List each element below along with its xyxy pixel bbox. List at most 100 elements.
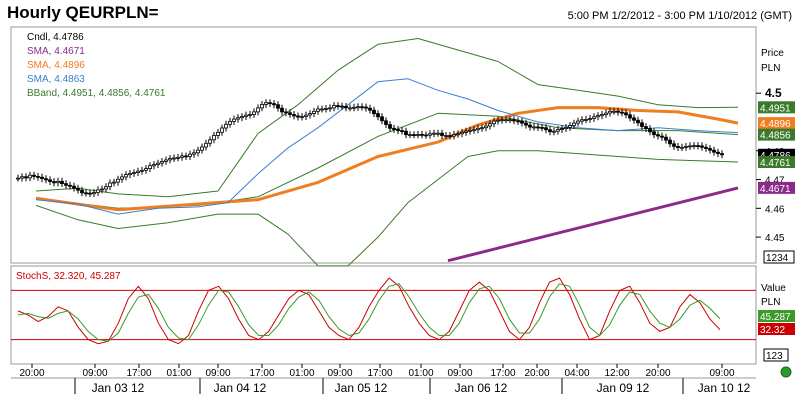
candle-body — [540, 127, 544, 129]
candle-body — [204, 142, 208, 148]
candle-body — [256, 107, 260, 113]
legend: Cndl, 4.4786 SMA, 4.4671 SMA, 4.4896 SMA, 4… — [16, 32, 166, 282]
hour-tick-label: 17:00 — [490, 368, 515, 379]
candle-body — [688, 145, 692, 148]
price-corner-label: 1234 — [766, 253, 789, 264]
candle-body — [368, 107, 372, 111]
candle-body — [228, 121, 232, 125]
candle-body — [672, 143, 676, 147]
candle-body — [452, 133, 456, 137]
candle-body — [116, 178, 120, 183]
price-tick-label: 4.45 — [765, 233, 785, 244]
candle-body — [572, 122, 576, 126]
candle-body — [448, 135, 452, 137]
candle-body — [168, 158, 172, 161]
price-tick-label: 4.5 — [765, 86, 782, 100]
candle-body — [388, 124, 392, 129]
candle-body — [468, 129, 472, 132]
candle-body — [292, 114, 296, 117]
candle-body — [336, 105, 340, 107]
candle-body — [588, 118, 592, 120]
candle-body — [612, 110, 616, 113]
candle-body — [140, 169, 144, 172]
candle-body — [680, 146, 684, 149]
candle-body — [580, 119, 584, 122]
hour-tick-label: 20:00 — [645, 368, 670, 379]
hour-tick-label: 09:00 — [82, 368, 107, 379]
candle-body — [296, 115, 300, 118]
candle-body — [272, 103, 276, 106]
stoch-d-line — [17, 283, 721, 342]
status-indicator[interactable] — [780, 366, 792, 378]
candle-body — [664, 136, 668, 141]
candle-body — [64, 183, 68, 186]
price-axis-title: Price — [761, 48, 784, 59]
candle-body — [592, 116, 596, 119]
candle-body — [112, 181, 116, 184]
candle-body — [184, 155, 188, 158]
day-tick-label: Jan 05 12 — [335, 381, 388, 395]
hour-tick-label: 01:00 — [289, 368, 314, 379]
candle-body — [620, 111, 624, 114]
day-tick-label: Jan 06 12 — [455, 381, 508, 395]
candle-body — [360, 106, 364, 109]
candle-body — [524, 122, 528, 126]
candle-body — [276, 104, 280, 109]
chart-canvas[interactable]: PricePLN4.54.484.474.464.454.49514.48964… — [0, 0, 800, 417]
candle-body — [132, 172, 136, 175]
candle-body — [136, 170, 140, 173]
bband-middle-line — [35, 112, 739, 209]
candle-body — [416, 133, 420, 136]
price-legend-item: SMA, 4.4671 — [27, 46, 85, 57]
candle-body — [328, 107, 332, 110]
candle-body — [720, 153, 724, 156]
hour-tick-label: 09:00 — [709, 368, 734, 379]
candle-body — [428, 133, 432, 136]
candle-body — [100, 188, 104, 191]
candle-body — [308, 113, 312, 116]
candle-body — [564, 127, 568, 130]
candle-body — [640, 122, 644, 127]
candle-body — [252, 111, 256, 115]
candle-body — [364, 106, 368, 109]
candle-body — [544, 127, 548, 131]
candle-body — [632, 117, 636, 121]
candle-body — [696, 145, 700, 148]
stoch-legend-item: StochS, 32.320, 45.287 — [16, 271, 121, 282]
candle-body — [584, 119, 588, 121]
price-last-value-label: 4.4951 — [760, 103, 791, 114]
candle-body — [556, 129, 560, 132]
candle-body — [676, 145, 680, 148]
candle-body — [460, 131, 464, 135]
candle-body — [404, 130, 408, 136]
candle-body — [644, 126, 648, 129]
price-last-value-label: 4.4761 — [760, 158, 791, 169]
candle-body — [280, 107, 284, 113]
candle-body — [40, 176, 44, 179]
hour-tick-label: 01:00 — [408, 368, 433, 379]
candle-body — [232, 118, 236, 122]
candle-body — [520, 121, 524, 124]
candle-body — [704, 146, 708, 149]
candle-body — [52, 181, 56, 184]
hour-tick-label: 20:00 — [19, 368, 44, 379]
candle-body — [172, 157, 176, 160]
candle-body — [392, 127, 396, 130]
day-tick-label: Jan 10 12 — [698, 381, 751, 395]
hour-tick-label: 09:00 — [205, 368, 230, 379]
candle-body — [492, 120, 496, 125]
candle-body — [668, 139, 672, 145]
candle-body — [84, 192, 88, 195]
candle-body — [352, 106, 356, 109]
candle-body — [440, 132, 444, 136]
candle-body — [264, 102, 268, 105]
candle-body — [628, 114, 632, 119]
candle-body — [56, 180, 60, 184]
candle-body — [652, 131, 656, 136]
candle-body — [700, 145, 704, 148]
price-legend-item: BBand, 4.4951, 4.4856, 4.4761 — [27, 88, 166, 99]
stoch-axis-unit: PLN — [761, 297, 780, 308]
candle-body — [636, 119, 640, 124]
candle-body — [476, 127, 480, 131]
price-legend-item: SMA, 4.4896 — [27, 60, 85, 71]
